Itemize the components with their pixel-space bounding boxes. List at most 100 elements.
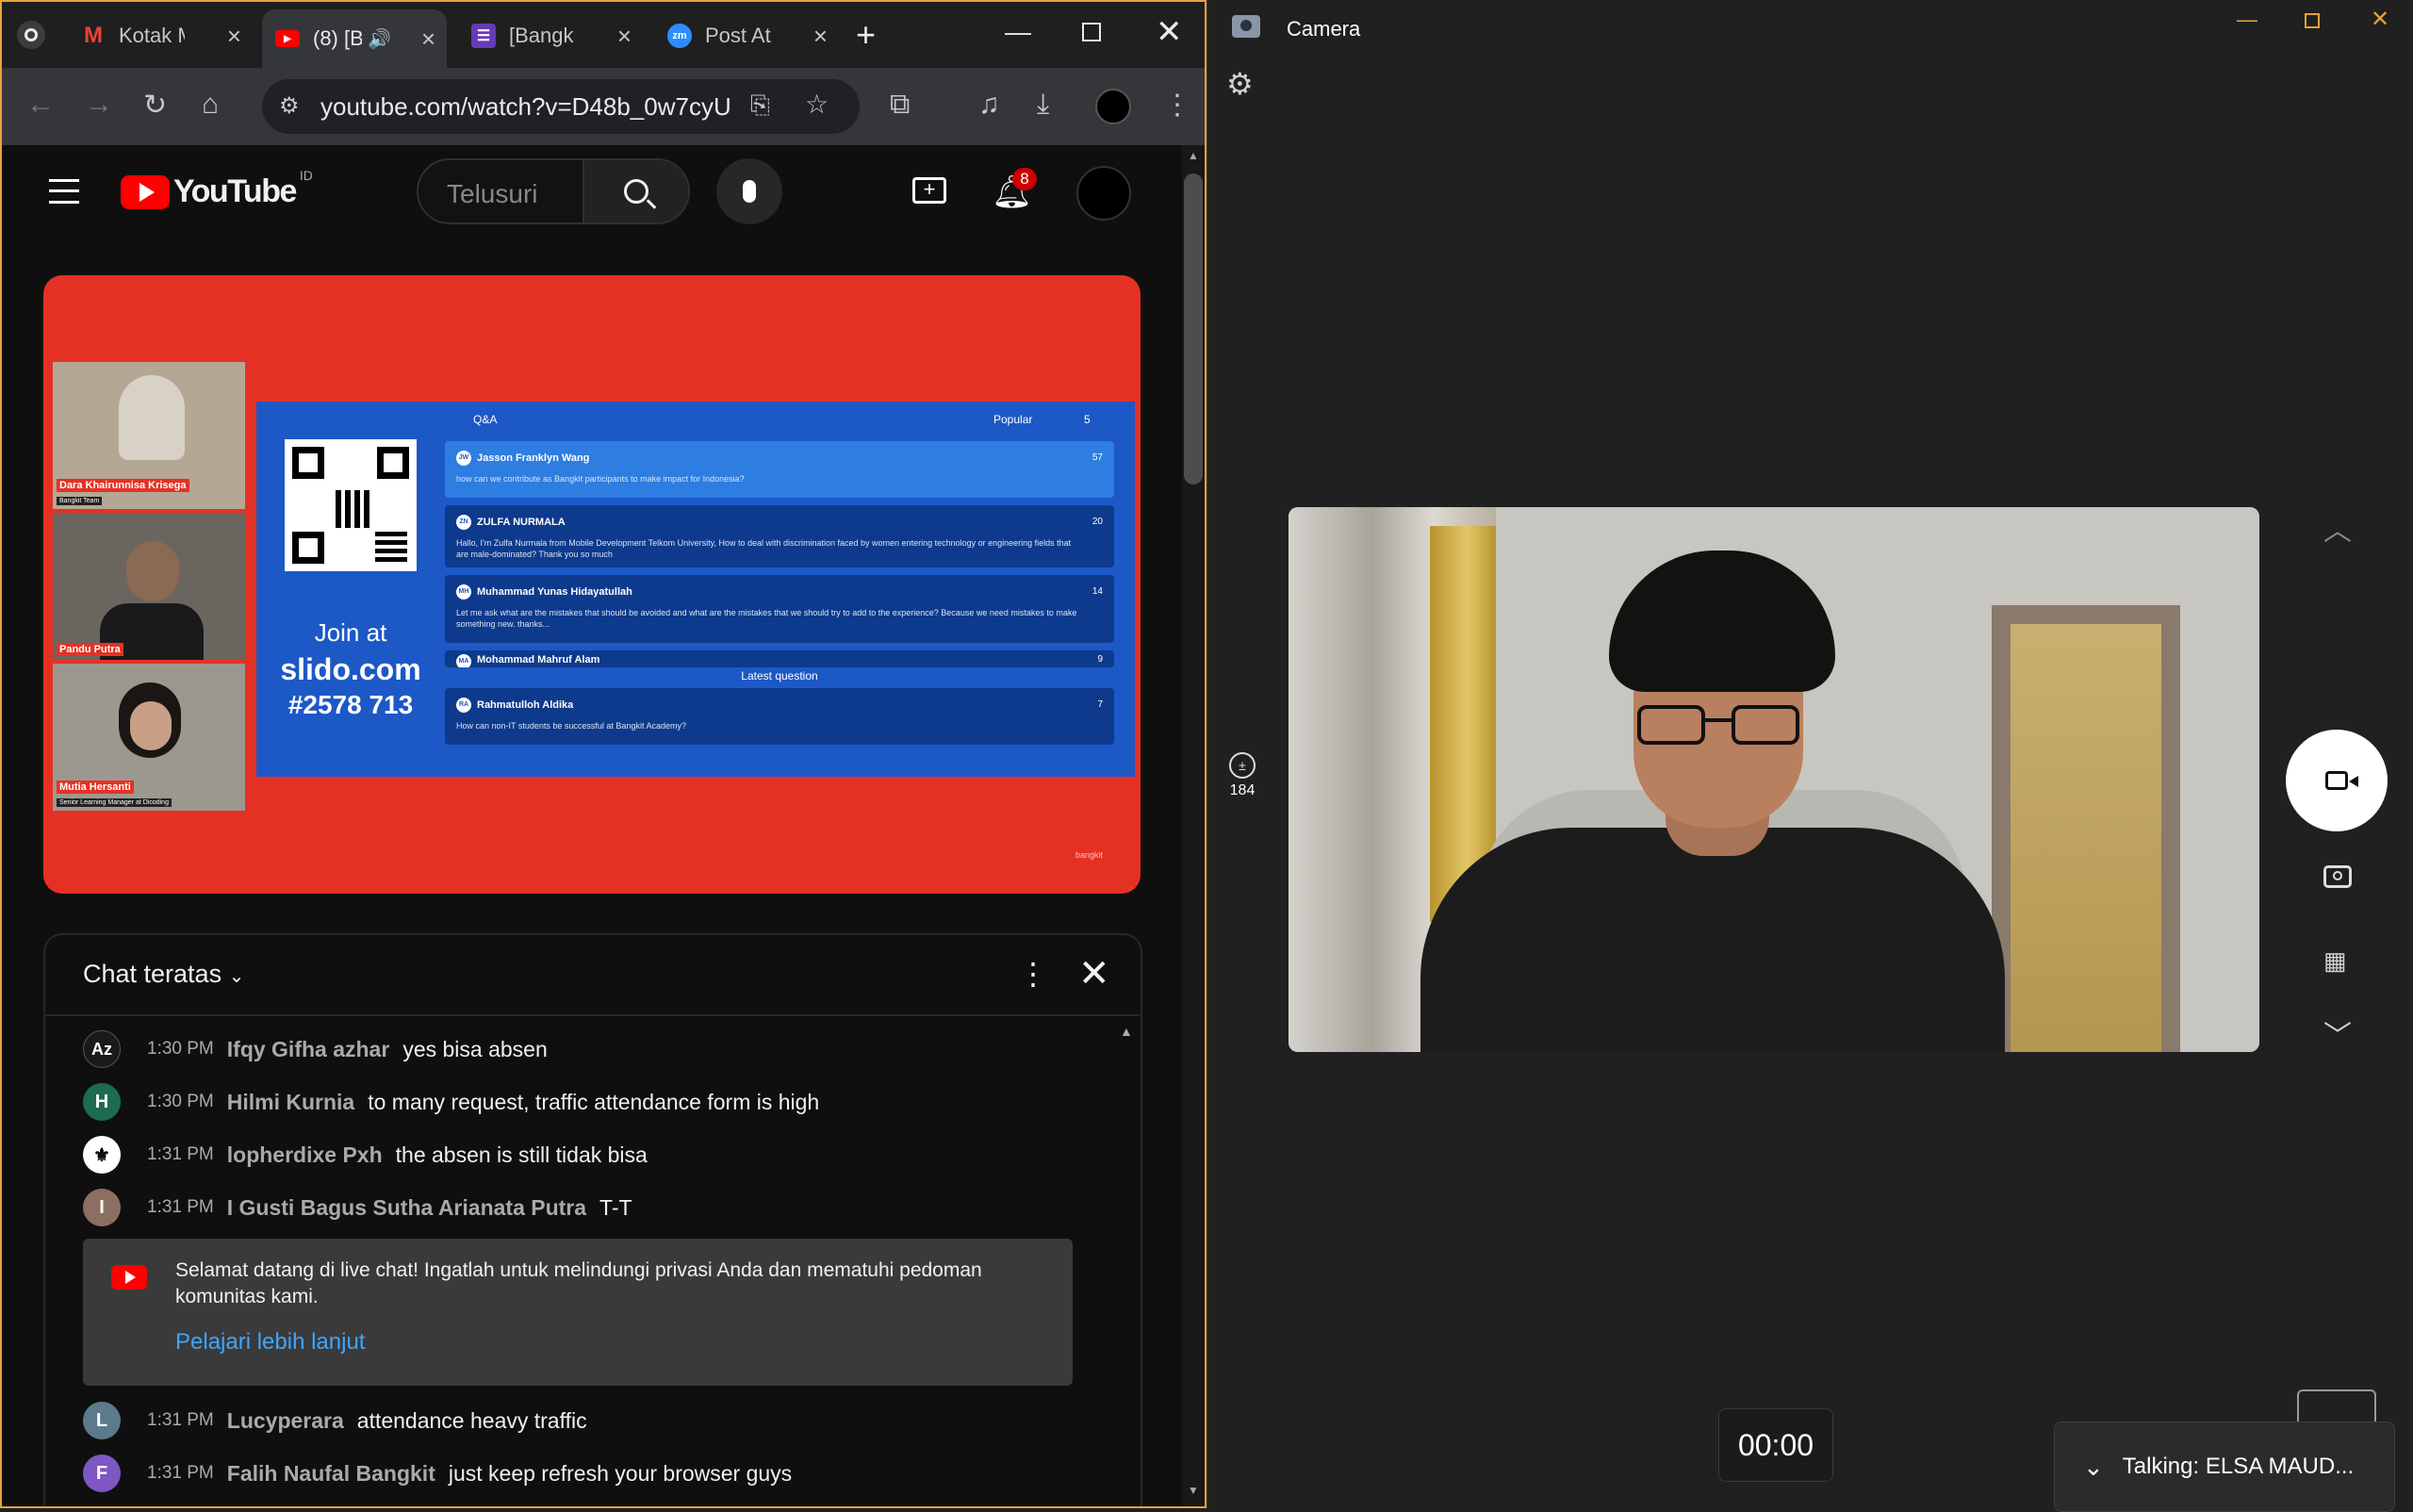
brightness-control[interactable]: ± 184 (1224, 752, 1260, 799)
bookmark-star-icon[interactable]: ☆ (805, 89, 829, 120)
chat-avatar[interactable]: L (83, 1402, 121, 1439)
slido-panel: Join at slido.com #2578 713 Q&A Popular … (256, 402, 1135, 777)
tab-label: Post Atte (705, 24, 771, 47)
youtube-icon (111, 1265, 147, 1290)
settings-gear-icon[interactable]: ⚙ (1226, 66, 1254, 102)
chat-text: T-T (599, 1194, 632, 1220)
site-info-icon[interactable]: ⚙ (279, 92, 300, 120)
voice-search-button[interactable] (716, 158, 782, 224)
chat-avatar[interactable]: ⚜ (83, 1136, 121, 1174)
chat-avatar[interactable]: Az (83, 1030, 121, 1068)
search-button[interactable] (583, 160, 688, 222)
close-tab-icon[interactable]: × (421, 25, 435, 54)
mic-icon (743, 180, 756, 203)
scroll-down-arrow[interactable]: ▼ (1188, 1484, 1199, 1497)
speaker-icon[interactable]: 🔊 (368, 27, 391, 51)
install-app-icon[interactable]: ⎘ (750, 90, 770, 121)
slido-question-votes: 9 (1097, 654, 1103, 665)
chat-avatar[interactable]: H (83, 1083, 121, 1121)
browser-window: M Kotak Masuk × ▶ (8) [Bangkit 🔊 × ☰ [Ba… (0, 0, 1206, 1508)
chat-avatar[interactable]: F (83, 1454, 121, 1492)
chat-text: attendance heavy traffic (356, 1407, 587, 1433)
close-window-button[interactable]: ✕ (1156, 13, 1183, 51)
qr-scan-icon[interactable]: ▦ (2323, 946, 2347, 976)
chevron-down-icon[interactable]: ⌄ (2083, 1453, 2104, 1482)
hamburger-menu-icon[interactable] (49, 179, 79, 204)
learn-more-link[interactable]: Pelajari lebih lanjut (175, 1329, 365, 1356)
chat-author[interactable]: Falih Naufal Bangkit (227, 1461, 435, 1487)
download-icon[interactable]: ⤓ (1037, 89, 1049, 121)
media-control-icon[interactable]: ♫ (978, 89, 1000, 121)
tab-forms[interactable]: ☰ [Bangkit × (458, 11, 643, 60)
scrollbar-thumb[interactable] (1184, 173, 1203, 485)
search-input[interactable]: Telusuri (447, 179, 537, 209)
home-button[interactable]: ⌂ (202, 89, 219, 121)
chat-author[interactable]: I Gusti Bagus Sutha Arianata Putra (227, 1195, 586, 1221)
account-avatar[interactable] (1076, 166, 1131, 221)
slido-question-text: Hallo, I'm Zulfa Nurmala from Mobile Dev… (456, 538, 1072, 559)
close-window-button[interactable]: ✕ (2371, 6, 2389, 33)
bangkit-watermark: bangkit (1075, 850, 1103, 860)
video-player[interactable]: Dara Khairunnisa Krisega Bangkit Team Pa… (43, 275, 1141, 894)
talking-indicator[interactable]: ⌄ Talking: ELSA MAUD... (2054, 1422, 2395, 1512)
slido-question-card: JW Jasson Franklyn Wang how can we contr… (445, 441, 1114, 498)
slido-avatar: ZN (456, 515, 471, 530)
profile-avatar[interactable] (1095, 89, 1131, 124)
photo-mode-icon[interactable] (2323, 865, 2352, 888)
minimize-button[interactable]: — (2237, 8, 2257, 32)
youtube-logo[interactable]: YouTube ID (121, 168, 313, 210)
slido-question-text: How can non-IT students be successful at… (456, 721, 686, 731)
chat-author[interactable]: lopherdixe Pxh (227, 1142, 383, 1168)
forward-button[interactable]: → (85, 89, 113, 121)
minimize-button[interactable]: — (1005, 17, 1031, 47)
chat-author[interactable]: Ifqy Gifha azhar (227, 1037, 390, 1062)
search-box[interactable]: Telusuri (417, 158, 690, 224)
country-code: ID (299, 168, 313, 183)
youtube-icon: ▶ (275, 30, 300, 47)
chat-more-icon[interactable]: ⋮ (1018, 956, 1048, 992)
scroll-up-arrow[interactable]: ▲ (1188, 149, 1199, 162)
youtube-header: YouTube ID Telusuri + 🔔︎ 8 (2, 145, 1180, 239)
chat-text: yes bisa absen (402, 1036, 548, 1061)
back-button[interactable]: ← (26, 89, 55, 121)
chat-scroll-up-icon[interactable]: ▲ (1120, 1024, 1133, 1039)
chat-time: 1:30 PM (147, 1039, 214, 1059)
create-video-icon[interactable]: + (912, 177, 946, 204)
youtube-logo-text: YouTube (173, 173, 297, 209)
glasses (1637, 705, 1803, 748)
video-record-button[interactable] (2286, 730, 2388, 831)
page-scrollbar[interactable]: ▲ ▼ (1182, 145, 1205, 1506)
chat-author[interactable]: Hilmi Kurnia (227, 1090, 354, 1115)
maximize-button[interactable] (2305, 13, 2320, 28)
reload-button[interactable]: ↻ (143, 89, 167, 122)
chat-close-icon[interactable]: ✕ (1078, 952, 1110, 995)
browser-menu-icon[interactable]: ⋮ (1163, 89, 1191, 122)
tab-gmail[interactable]: M Kotak Masuk × (68, 11, 253, 60)
exposure-icon: ± (1229, 752, 1256, 779)
tab-zoom[interactable]: zm Post Atte × (654, 11, 839, 60)
tab-search-icon[interactable] (17, 21, 45, 49)
speaker-name: Mutia Hersanti (57, 781, 134, 794)
chevron-up-icon[interactable]: ︿ (2323, 507, 2352, 549)
notification-badge: 8 (1012, 168, 1037, 190)
close-tab-icon[interactable]: × (617, 22, 632, 51)
slido-avatar: MA (456, 654, 471, 667)
speaker-tile: Dara Khairunnisa Krisega Bangkit Team (51, 360, 247, 511)
maximize-button[interactable] (1082, 23, 1101, 41)
extensions-icon[interactable]: ⧉ (890, 89, 910, 121)
close-tab-icon[interactable]: × (813, 22, 828, 51)
slido-question-author: Muhammad Yunas Hidayatullah (477, 586, 632, 598)
tab-bar: M Kotak Masuk × ▶ (8) [Bangkit 🔊 × ☰ [Ba… (2, 2, 1205, 68)
close-tab-icon[interactable]: × (227, 22, 241, 51)
slido-join-label: Join at (314, 618, 387, 647)
chat-header: Chat teratas ⌄ ⋮ ✕ (45, 935, 1141, 1016)
address-bar[interactable]: ⚙ youtube.com/watch?v=D48b_0w7cyU ⎘ ☆ (262, 79, 860, 134)
slido-sort-label: Popular (993, 413, 1033, 426)
chat-author[interactable]: Lucyperara (227, 1408, 344, 1434)
chevron-down-icon[interactable]: ﹀ (2323, 1012, 2352, 1054)
new-tab-button[interactable]: + (856, 15, 876, 55)
chat-mode-dropdown[interactable]: Chat teratas ⌄ (83, 960, 244, 989)
slido-qa-label: Q&A (473, 413, 498, 426)
tab-youtube[interactable]: ▶ (8) [Bangkit 🔊 × (262, 9, 447, 68)
chat-avatar[interactable]: I (83, 1189, 121, 1226)
